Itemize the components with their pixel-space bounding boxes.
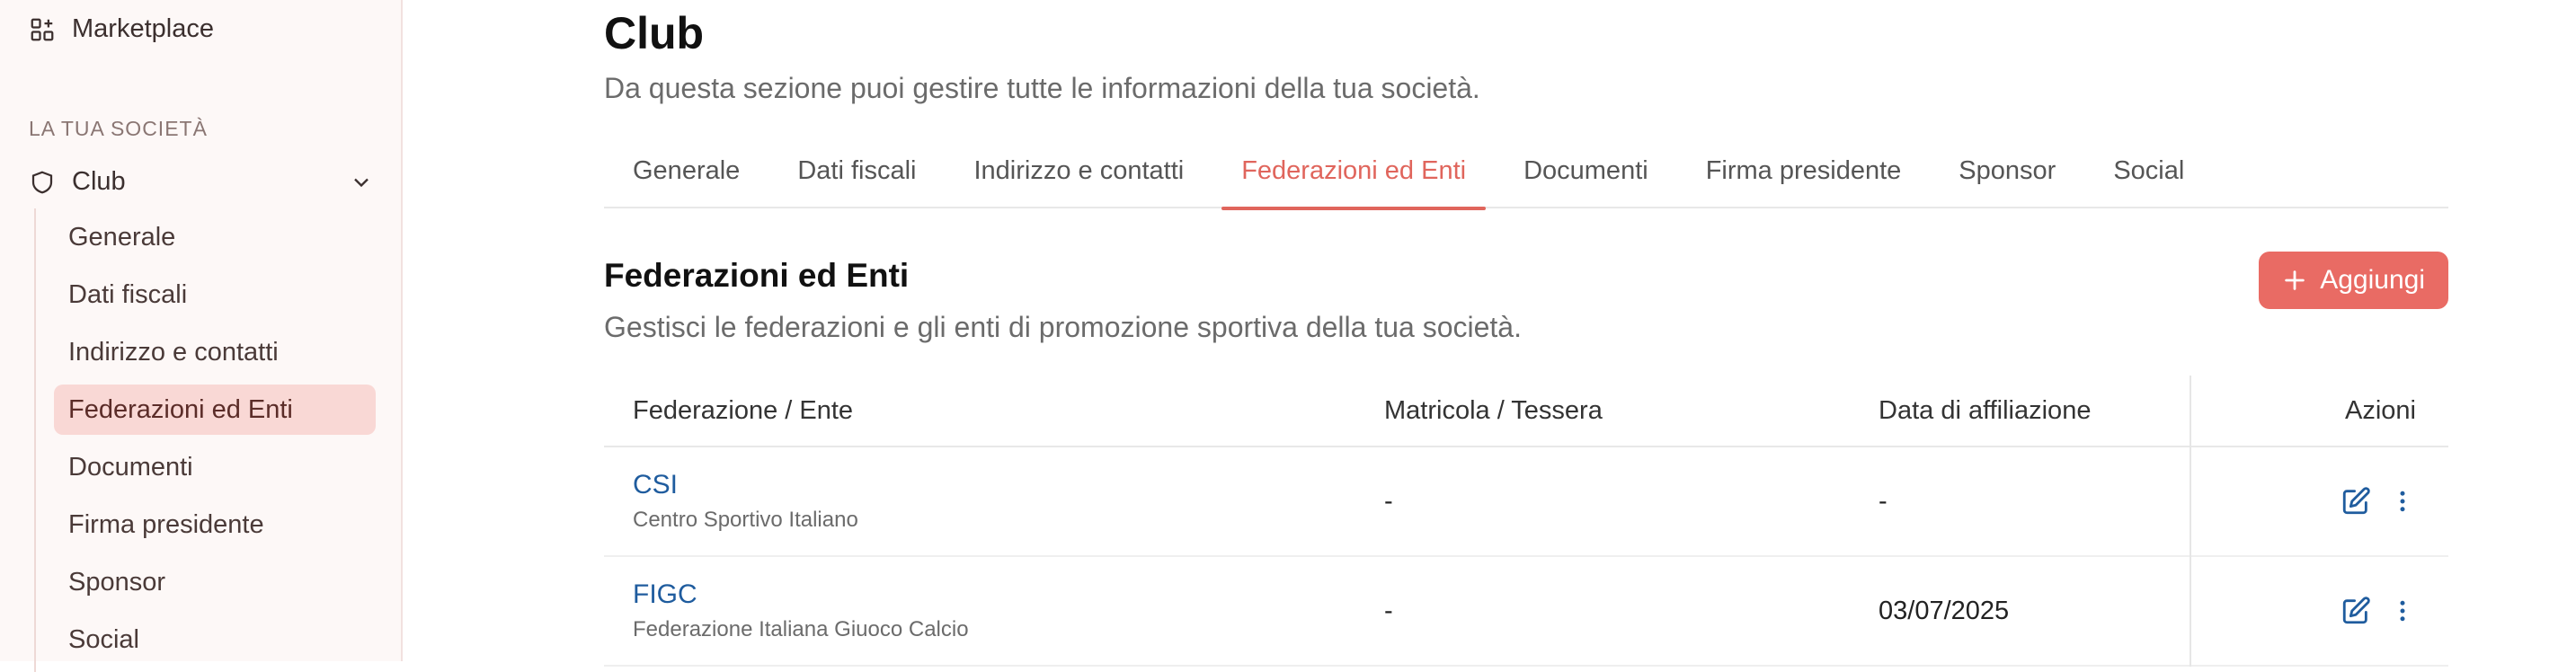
cell-date: -	[1879, 486, 1888, 516]
federations-table: Federazione / Ente Matricola / Tessera D…	[604, 376, 2448, 667]
header-date: Data di affiliazione	[1879, 395, 2092, 425]
sidebar-section-label: LA TUA SOCIETÀ	[29, 117, 208, 140]
cell-actions	[2164, 596, 2448, 626]
federation-link[interactable]: FIGC	[633, 579, 1384, 610]
section-subtitle: Gestisci le federazioni e gli enti di pr…	[604, 311, 1522, 343]
sidebar-item-label: Club	[72, 167, 126, 196]
sidebar-item-firma-presidente[interactable]: Firma presidente	[54, 500, 376, 550]
sidebar-item-social[interactable]: Social	[54, 615, 376, 665]
cell-date: 03/07/2025	[1879, 596, 2010, 625]
sidebar-item-documenti[interactable]: Documenti	[54, 442, 376, 492]
page-subtitle: Da questa sezione puoi gestire tutte le …	[604, 72, 1480, 104]
chevron-down-icon[interactable]	[349, 170, 374, 195]
sidebar-item-dati-fiscali[interactable]: Dati fiscali	[54, 270, 376, 320]
column-divider	[2190, 557, 2191, 667]
cell-number: -	[1384, 596, 1393, 625]
table-row: CSI Centro Sportivo Italiano - -	[604, 447, 2448, 557]
column-divider	[2190, 376, 2191, 447]
more-vertical-icon[interactable]	[2389, 596, 2416, 626]
tab-generale[interactable]: Generale	[604, 151, 768, 208]
cell-actions	[2164, 486, 2448, 517]
shield-icon	[29, 169, 56, 196]
add-button[interactable]: Aggiungi	[2259, 252, 2448, 309]
tab-firma-presidente[interactable]: Firma presidente	[1677, 151, 1931, 208]
column-divider	[2190, 447, 2191, 557]
tab-federazioni-enti[interactable]: Federazioni ed Enti	[1212, 151, 1495, 210]
federation-link[interactable]: CSI	[633, 470, 1384, 500]
sidebar-item-federazioni-enti[interactable]: Federazioni ed Enti	[54, 385, 376, 435]
page-title: Club	[604, 8, 705, 58]
more-vertical-icon[interactable]	[2389, 486, 2416, 517]
sidebar-item-sponsor[interactable]: Sponsor	[54, 557, 376, 607]
federation-full-name: Centro Sportivo Italiano	[633, 508, 858, 532]
header-number: Matricola / Tessera	[1384, 395, 1603, 425]
tab-documenti[interactable]: Documenti	[1495, 151, 1677, 208]
sidebar-item-marketplace[interactable]: Marketplace	[29, 14, 214, 44]
tab-dati-fiscali[interactable]: Dati fiscali	[768, 151, 945, 208]
cell-federation: CSI Centro Sportivo Italiano	[604, 470, 1384, 533]
tab-bar: Generale Dati fiscali Indirizzo e contat…	[604, 151, 2448, 210]
tab-social[interactable]: Social	[2084, 151, 2213, 208]
tab-indirizzo-contatti[interactable]: Indirizzo e contatti	[945, 151, 1212, 208]
federation-full-name: Federazione Italiana Giuoco Calcio	[633, 617, 969, 641]
sidebar-item-label: Marketplace	[72, 14, 214, 43]
sidebar-club-submenu: Generale Dati fiscali Indirizzo e contat…	[34, 208, 376, 672]
grid-plus-icon	[29, 16, 56, 43]
cell-federation: FIGC Federazione Italiana Giuoco Calcio	[604, 579, 1384, 642]
section-title: Federazioni ed Enti	[604, 257, 910, 294]
cell-number: -	[1384, 486, 1393, 516]
header-federation: Federazione / Ente	[633, 395, 854, 425]
edit-icon[interactable]	[2341, 486, 2371, 517]
add-button-label: Aggiungi	[2320, 265, 2425, 295]
sidebar: Marketplace LA TUA SOCIETÀ Club Generale…	[0, 0, 403, 672]
table-header: Federazione / Ente Matricola / Tessera D…	[604, 376, 2448, 447]
sidebar-item-indirizzo-contatti[interactable]: Indirizzo e contatti	[54, 327, 376, 377]
edit-icon[interactable]	[2341, 596, 2371, 626]
sidebar-item-club[interactable]: Club	[29, 167, 374, 197]
sidebar-item-generale[interactable]: Generale	[54, 212, 376, 262]
tab-sponsor[interactable]: Sponsor	[1930, 151, 2084, 208]
plus-icon	[2282, 268, 2307, 293]
header-actions: Azioni	[2345, 395, 2416, 425]
table-row: FIGC Federazione Italiana Giuoco Calcio …	[604, 557, 2448, 667]
